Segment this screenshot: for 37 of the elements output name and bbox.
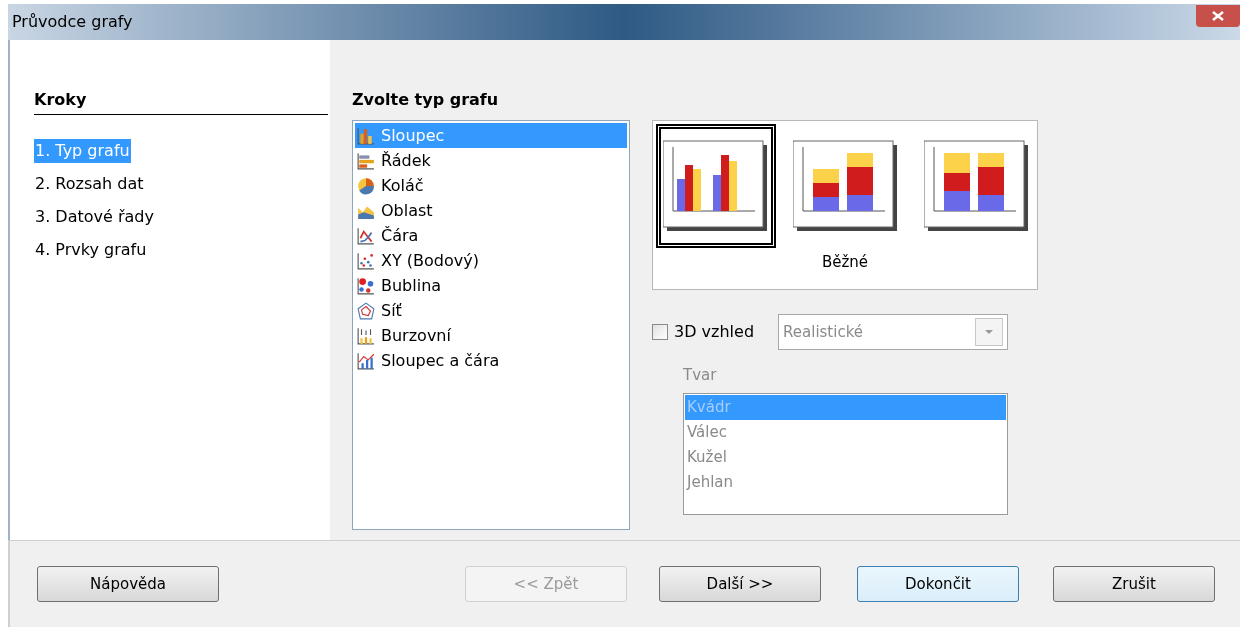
chart-type-item[interactable]: Koláč [355, 173, 627, 198]
chart-type-item[interactable]: XY (Bodový) [355, 248, 627, 273]
section-heading: Zvolte typ grafu [352, 89, 500, 111]
steps-heading: Kroky [34, 88, 328, 115]
chart-type-item[interactable]: Síť [355, 298, 627, 323]
dialog-button[interactable]: Dokončit [857, 566, 1019, 602]
caret-icon [985, 330, 994, 334]
shape-label: Tvar [683, 365, 718, 386]
variant-caption: Běžné [820, 252, 870, 273]
step-item[interactable]: 2. Rozsah dat [34, 172, 145, 196]
stock-chart-icon [357, 326, 375, 345]
bar-chart-icon [357, 151, 375, 170]
scatter-chart-icon [357, 251, 375, 270]
chart-type-item[interactable]: Čára [355, 223, 627, 248]
chart-type-list[interactable]: Sloupec Řádek Koláč Oblast Čára XY (Bodový) Bublina Síť Burzovní Sloupec a čára [352, 120, 630, 530]
window-title: Průvodce grafy [12, 11, 133, 33]
line-chart-icon [357, 226, 375, 245]
chart-type-item[interactable]: Burzovní [355, 323, 627, 348]
pie-chart-icon [357, 176, 375, 195]
checkbox[interactable] [652, 324, 668, 340]
close-button[interactable] [1196, 5, 1240, 27]
column-line-chart-icon [357, 351, 375, 370]
dialog-button[interactable]: Zrušit [1053, 566, 1215, 602]
step-item[interactable]: 3. Datové řady [34, 205, 155, 229]
chart-type-item[interactable]: Sloupec a čára [355, 348, 627, 373]
checkbox-label: 3D vzhled [674, 321, 755, 343]
dialog-button[interactable]: Další >> [659, 566, 821, 602]
close-icon [1212, 11, 1224, 21]
bubble-chart-icon [357, 276, 375, 295]
radar-chart-icon [357, 301, 375, 320]
step-item[interactable]: 4. Prvky grafu [34, 238, 148, 262]
column-chart-icon [357, 126, 375, 145]
chart-type-item[interactable]: Bublina [355, 273, 627, 298]
dialog-button[interactable]: Nápověda [37, 566, 219, 602]
chart-type-item[interactable]: Oblast [355, 198, 627, 223]
chart-variant-option[interactable] [656, 124, 777, 248]
chart-type-item[interactable]: Řádek [355, 148, 627, 173]
